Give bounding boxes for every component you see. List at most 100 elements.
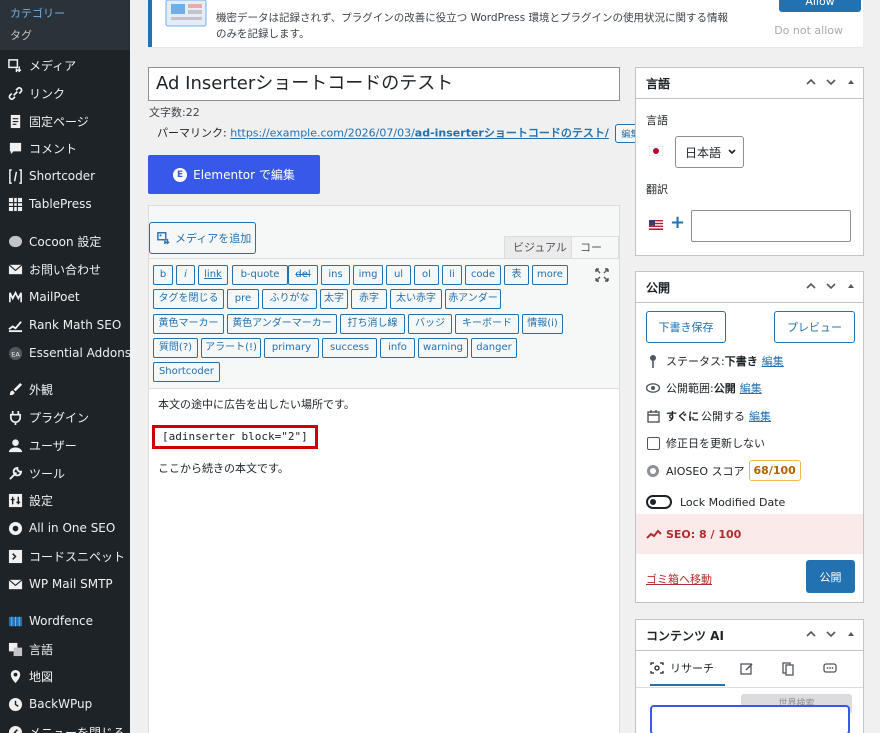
add-translation-icon[interactable]: + bbox=[670, 212, 685, 233]
quicktag-button[interactable]: 黄色アンダーマーカー bbox=[227, 314, 337, 334]
sidebar-item[interactable]: 設定 bbox=[0, 487, 130, 513]
quicktag-button[interactable]: pre bbox=[227, 289, 259, 309]
rankmath-seo-score[interactable]: SEO: 8 / 100 bbox=[636, 514, 863, 554]
quicktag-button[interactable]: 黄色マーカー bbox=[153, 314, 224, 334]
translation-input[interactable] bbox=[691, 210, 851, 242]
add-media-button[interactable]: メディアを追加 bbox=[149, 222, 256, 254]
quicktag-button[interactable]: b bbox=[153, 265, 173, 285]
collapse-toggle-icon[interactable] bbox=[845, 280, 857, 292]
collapse-toggle-icon[interactable] bbox=[845, 76, 857, 88]
sidebar-item[interactable]: メディア bbox=[0, 52, 130, 78]
edit-with-elementor-button[interactable]: E Elementor で編集 bbox=[148, 155, 320, 194]
quicktag-button[interactable]: del bbox=[288, 265, 318, 285]
sidebar-item[interactable]: WP Mail SMTP bbox=[0, 571, 130, 597]
sidebar-item[interactable]: メニューを閉じる bbox=[0, 719, 130, 733]
sidebar-item[interactable]: 言語 bbox=[0, 636, 130, 662]
sidebar-item[interactable]: Cocoon 設定 bbox=[0, 228, 130, 254]
quicktag-button[interactable]: 質問(?) bbox=[153, 338, 198, 358]
allow-button[interactable]: Allow bbox=[779, 0, 861, 12]
move-to-trash-link[interactable]: ゴミ箱へ移動 bbox=[646, 571, 712, 587]
sidebar-item[interactable]: MailPoet bbox=[0, 284, 130, 310]
move-up-icon[interactable] bbox=[805, 76, 817, 88]
preview-button[interactable]: プレビュー bbox=[774, 311, 855, 343]
sidebar-item[interactable]: All in One SEO bbox=[0, 515, 130, 541]
quicktag-button[interactable]: danger bbox=[471, 338, 517, 358]
quicktag-button[interactable]: 情報(i) bbox=[522, 314, 563, 334]
schedule-edit-link[interactable]: 編集 bbox=[749, 408, 771, 424]
quicktag-button[interactable]: 太い赤字 bbox=[390, 289, 442, 309]
sidebar-item[interactable]: BackWPup bbox=[0, 691, 130, 717]
move-up-icon[interactable] bbox=[805, 280, 817, 292]
move-up-icon[interactable] bbox=[805, 628, 817, 640]
quicktag-button[interactable]: Shortcoder bbox=[153, 362, 220, 382]
quicktag-button[interactable]: link bbox=[198, 265, 228, 285]
quicktag-button[interactable]: i bbox=[176, 265, 195, 285]
sidebar-item[interactable]: Wordfence bbox=[0, 608, 130, 634]
sidebar-item[interactable]: EA Essential Addons bbox=[0, 340, 131, 366]
sidebar-item[interactable]: 地図 bbox=[0, 663, 130, 689]
quicktag-button[interactable]: li bbox=[442, 265, 462, 285]
lock-modified-toggle[interactable] bbox=[646, 495, 672, 509]
content-ai-keyword-input[interactable] bbox=[650, 705, 850, 733]
write-icon[interactable] bbox=[740, 662, 754, 676]
move-down-icon[interactable] bbox=[825, 76, 837, 88]
quicktag-button[interactable]: img bbox=[353, 265, 383, 285]
quicktag-button[interactable]: primary bbox=[264, 338, 319, 358]
quicktag-button[interactable]: code bbox=[465, 265, 501, 285]
quicktag-button[interactable]: 打ち消し線 bbox=[340, 314, 405, 334]
quicktag-button[interactable]: ふりがな bbox=[262, 289, 317, 309]
quicktag-button[interactable]: ol bbox=[414, 265, 439, 285]
sidebar-item[interactable]: リンク bbox=[0, 80, 130, 106]
sidebar-item[interactable]: Shortcoder bbox=[0, 163, 130, 189]
visibility-edit-link[interactable]: 編集 bbox=[740, 380, 762, 396]
quicktag-button[interactable]: タグを閉じる bbox=[153, 289, 224, 309]
move-down-icon[interactable] bbox=[825, 628, 837, 640]
move-down-icon[interactable] bbox=[825, 280, 837, 292]
status-edit-link[interactable]: 編集 bbox=[762, 353, 784, 369]
quicktag-button[interactable]: ul bbox=[386, 265, 411, 285]
quicktag-button[interactable]: 赤アンダー bbox=[445, 289, 501, 309]
tab-research[interactable]: リサーチ bbox=[650, 660, 725, 686]
aioseo-score-badge[interactable]: 68/100 bbox=[748, 460, 801, 481]
tab-visual[interactable]: ビジュアル bbox=[504, 236, 576, 258]
submenu-tags[interactable]: タグ bbox=[0, 25, 130, 47]
quicktag-button[interactable]: ins bbox=[321, 265, 350, 285]
quicktag-button[interactable]: success bbox=[322, 338, 377, 358]
sidebar-item[interactable]: Rank Math SEO bbox=[0, 312, 130, 338]
quicktag-button[interactable]: バッジ bbox=[408, 314, 452, 334]
sidebar-item[interactable]: ユーザー bbox=[0, 432, 130, 458]
fullscreen-icon[interactable] bbox=[595, 268, 609, 282]
sidebar-item[interactable]: 外観 bbox=[0, 376, 130, 402]
submenu-categories[interactable]: カテゴリー bbox=[0, 3, 130, 25]
sidebar-item[interactable]: お問い合わせ bbox=[0, 256, 130, 282]
post-title-input[interactable]: Ad Inserterショートコードのテスト bbox=[148, 67, 620, 101]
editor-content[interactable]: 本文の途中に広告を出したい場所です。 [adinserter block="2"… bbox=[149, 388, 619, 733]
quicktag-button[interactable]: キーボード bbox=[455, 314, 519, 334]
quicktag-button[interactable]: 赤字 bbox=[351, 289, 387, 309]
sidebar-item[interactable]: 固定ページ bbox=[0, 108, 130, 134]
quicktag-button[interactable]: info bbox=[380, 338, 415, 358]
sidebar-item[interactable]: TablePress bbox=[0, 191, 130, 217]
sidebar-item[interactable]: コードスニペット bbox=[0, 543, 130, 569]
quicktag-button[interactable]: more bbox=[532, 265, 568, 285]
chat-icon[interactable] bbox=[823, 663, 837, 675]
quicktag-button[interactable]: warning bbox=[418, 338, 468, 358]
save-draft-button[interactable]: 下書き保存 bbox=[646, 311, 726, 343]
sidebar-item[interactable]: コメント bbox=[0, 135, 130, 161]
quicktag-button[interactable]: 太字 bbox=[320, 289, 348, 309]
sidebar-item-label: メディア bbox=[29, 58, 77, 73]
elementor-button-label: Elementor で編集 bbox=[193, 168, 295, 182]
checkbox[interactable] bbox=[646, 436, 660, 450]
quicktag-button[interactable]: アラート(!) bbox=[201, 338, 261, 358]
sidebar-item[interactable]: プラグイン bbox=[0, 404, 130, 430]
collapse-toggle-icon[interactable] bbox=[845, 628, 857, 640]
publish-button[interactable]: 公開 bbox=[806, 560, 855, 593]
quicktag-button[interactable]: b-quote bbox=[232, 265, 288, 285]
quicktag-button[interactable]: 表 bbox=[504, 265, 529, 285]
do-not-allow-link[interactable]: Do not allow bbox=[774, 24, 843, 37]
permalink-url[interactable]: https://example.com/2026/07/03/ad-insert… bbox=[230, 127, 609, 140]
tab-code[interactable]: コード bbox=[571, 236, 619, 275]
language-select[interactable]: 日本語 bbox=[675, 136, 744, 168]
sidebar-item[interactable]: ツール bbox=[0, 460, 130, 486]
copy-icon[interactable] bbox=[782, 662, 794, 676]
